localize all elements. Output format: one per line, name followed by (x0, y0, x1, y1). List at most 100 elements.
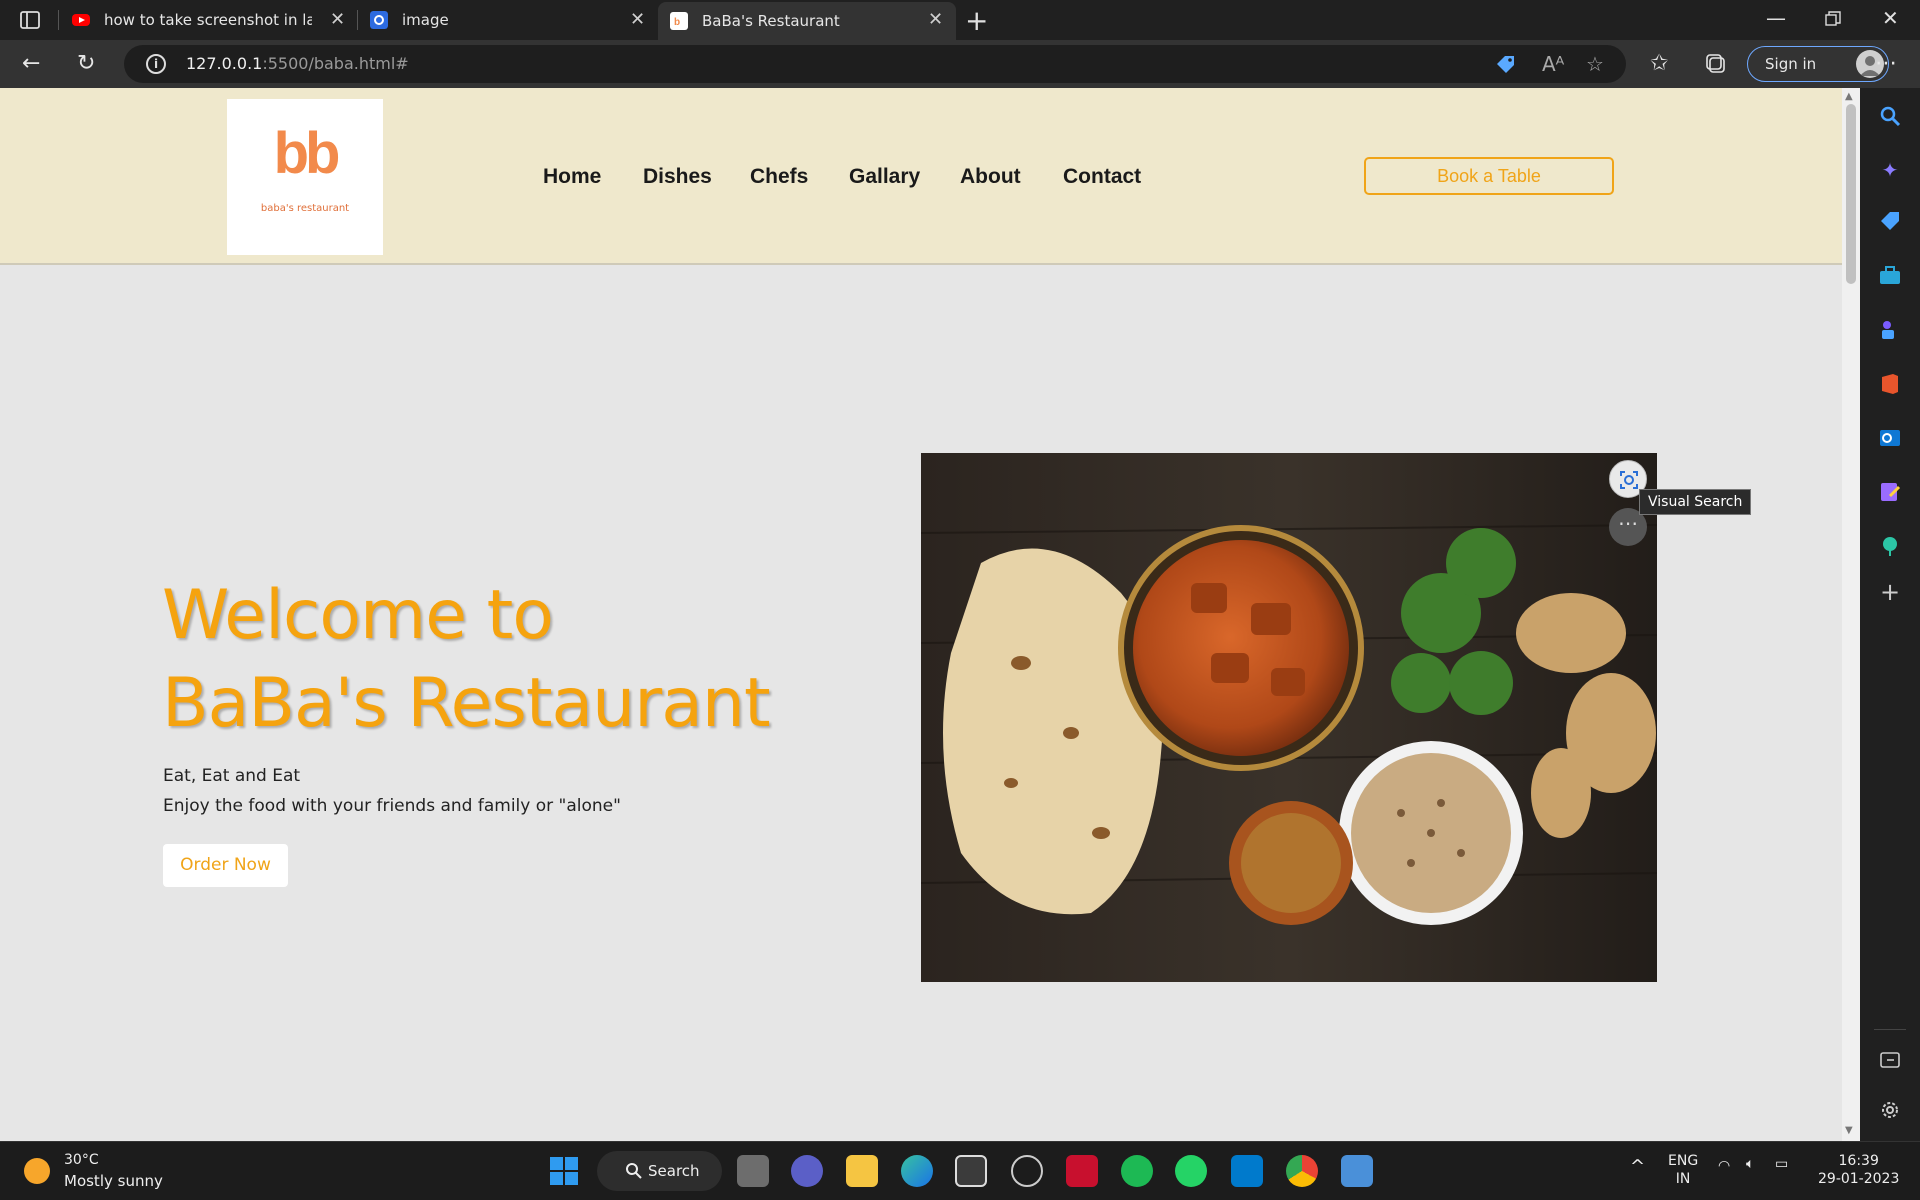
spotify-icon[interactable] (1121, 1155, 1153, 1187)
svg-text:b: b (674, 17, 680, 28)
microsoft-store-icon[interactable] (955, 1155, 987, 1187)
hero-description: Enjoy the food with your friends and fam… (163, 796, 621, 816)
logo-subtitle: baba's restaurant (260, 203, 350, 214)
tab-title: how to take screenshot in laptop (104, 11, 312, 29)
notepad-icon[interactable] (1341, 1155, 1373, 1187)
edge-sidebar: ✦ + (1860, 88, 1920, 1141)
url-host: 127.0.0.1 (186, 54, 263, 73)
tools-briefcase-icon[interactable] (1878, 264, 1902, 288)
logo-mark: bb (273, 121, 341, 186)
search-icon (626, 1163, 642, 1179)
clock-time: 16:39 (1838, 1153, 1879, 1169)
volume-icon[interactable]: 🔈︎ (1746, 1156, 1754, 1172)
tab-youtube[interactable]: how to take screenshot in laptop ✕ (72, 0, 352, 40)
file-explorer-icon[interactable] (846, 1155, 878, 1187)
hide-sidebar-icon[interactable] (1878, 1048, 1902, 1072)
page-scrollbar[interactable]: ▲ ▼ (1842, 88, 1860, 1141)
book-table-button[interactable]: Book a Table (1364, 157, 1614, 195)
refresh-icon[interactable]: ↻ (77, 50, 95, 78)
clock[interactable]: 16:39 29-01-2023 (1818, 1152, 1899, 1188)
nav-dishes[interactable]: Dishes (643, 165, 712, 189)
weather-temp: 30°C (64, 1152, 99, 1168)
show-hidden-icons-icon[interactable]: ^ (1630, 1156, 1645, 1177)
scrollbar-thumb[interactable] (1846, 104, 1856, 284)
nav-contact[interactable]: Contact (1063, 165, 1141, 189)
site-info-icon[interactable]: i (146, 54, 166, 74)
language-code: ENG (1668, 1153, 1699, 1169)
sidebar-settings-icon[interactable] (1878, 1098, 1902, 1122)
address-bar[interactable]: i 127.0.0.1:5500/baba.html# A͏ᴬ ☆ (124, 45, 1626, 83)
minimize-icon[interactable]: — (1766, 6, 1786, 30)
tab-image[interactable]: image ✕ (370, 0, 650, 40)
windows-start-icon[interactable] (548, 1155, 580, 1187)
visual-search-tooltip: Visual Search (1639, 489, 1752, 515)
restaurant-icon: b (670, 12, 688, 30)
sign-in-button[interactable]: Sign in (1747, 46, 1889, 82)
image-site-icon (370, 11, 388, 29)
clock-date: 29-01-2023 (1818, 1171, 1900, 1187)
chrome-icon[interactable] (1286, 1155, 1318, 1187)
task-view-icon[interactable] (737, 1155, 769, 1187)
scroll-down-icon[interactable]: ▼ (1845, 1125, 1853, 1136)
office-icon[interactable] (1878, 372, 1902, 396)
search-icon[interactable] (1878, 104, 1902, 128)
taskbar-search-label: Search (648, 1162, 700, 1180)
add-favorite-icon[interactable]: ☆ (1586, 52, 1604, 76)
restore-icon[interactable] (1825, 11, 1841, 27)
region-code: IN (1675, 1171, 1691, 1187)
vscode-icon[interactable] (1231, 1155, 1263, 1187)
tab-actions-icon[interactable] (18, 8, 42, 32)
wifi-icon[interactable]: ◠ (1718, 1158, 1730, 1174)
new-tab-icon[interactable]: + (965, 4, 988, 37)
copilot-sparkle-icon[interactable]: ✦ (1878, 158, 1902, 182)
site-logo[interactable]: bb baba's restaurant (227, 99, 383, 255)
coupon-tag-icon[interactable] (1494, 54, 1516, 76)
nav-home[interactable]: Home (543, 165, 601, 189)
outlook-icon[interactable] (1878, 426, 1902, 450)
settings-more-icon[interactable]: ⋯ (1875, 50, 1897, 78)
nav-chefs[interactable]: Chefs (750, 165, 808, 189)
sidebar-divider (1874, 1029, 1906, 1030)
hero-title-line2: BaBa's Restaurant (162, 664, 771, 743)
close-window-icon[interactable]: ✕ (1882, 6, 1899, 30)
language-indicator[interactable]: ENG IN (1668, 1152, 1698, 1188)
edge-icon[interactable] (901, 1155, 933, 1187)
dell-icon[interactable] (1011, 1155, 1043, 1187)
url-text[interactable]: 127.0.0.1:5500/baba.html# (186, 54, 409, 73)
site-header: bb baba's restaurant Home Dishes Chefs G… (0, 88, 1842, 265)
hero-title-line1: Welcome to (162, 576, 554, 655)
back-icon[interactable]: ← (22, 50, 40, 78)
youtube-icon (72, 14, 90, 26)
whatsapp-icon[interactable] (1175, 1155, 1207, 1187)
hero-tagline: Eat, Eat and Eat (163, 766, 301, 786)
order-now-button[interactable]: Order Now (163, 844, 288, 887)
games-icon[interactable] (1878, 318, 1902, 342)
windows-taskbar: 30°C Mostly sunny Search ^ ENG IN ◠ 🔈︎ ▭… (0, 1141, 1920, 1200)
nav-gallary[interactable]: Gallary (849, 165, 920, 189)
mcafee-icon[interactable] (1066, 1155, 1098, 1187)
sign-in-label: Sign in (1765, 55, 1817, 73)
designer-icon[interactable] (1878, 480, 1902, 504)
tab-separator (357, 10, 358, 30)
browser-tab-strip: how to take screenshot in laptop ✕ image… (0, 0, 1920, 40)
collections-icon[interactable] (1705, 53, 1727, 75)
add-sidebar-app-icon[interactable]: + (1878, 580, 1902, 604)
teams-chat-icon[interactable] (791, 1155, 823, 1187)
shopping-tag-icon[interactable] (1878, 210, 1902, 234)
page-viewport: bb baba's restaurant Home Dishes Chefs G… (0, 88, 1842, 1141)
favorites-icon[interactable]: ✩ (1650, 50, 1668, 78)
tree-icon[interactable] (1878, 534, 1902, 558)
hero-food-image (921, 453, 1657, 982)
close-tab-icon[interactable]: ✕ (330, 9, 345, 30)
tab-baba-restaurant[interactable]: b BaBa's Restaurant ✕ (658, 2, 956, 40)
read-aloud-icon[interactable]: A͏ᴬ (1542, 52, 1564, 76)
tab-title: BaBa's Restaurant (702, 12, 840, 30)
close-tab-icon[interactable]: ✕ (928, 9, 943, 30)
scroll-up-icon[interactable]: ▲ (1845, 91, 1853, 102)
battery-icon[interactable]: ▭ (1775, 1156, 1788, 1172)
nav-about[interactable]: About (960, 165, 1021, 189)
weather-desc: Mostly sunny (64, 1172, 163, 1190)
close-tab-icon[interactable]: ✕ (630, 9, 645, 30)
url-path: :5500/baba.html# (262, 54, 409, 73)
taskbar-search[interactable]: Search (597, 1151, 722, 1191)
